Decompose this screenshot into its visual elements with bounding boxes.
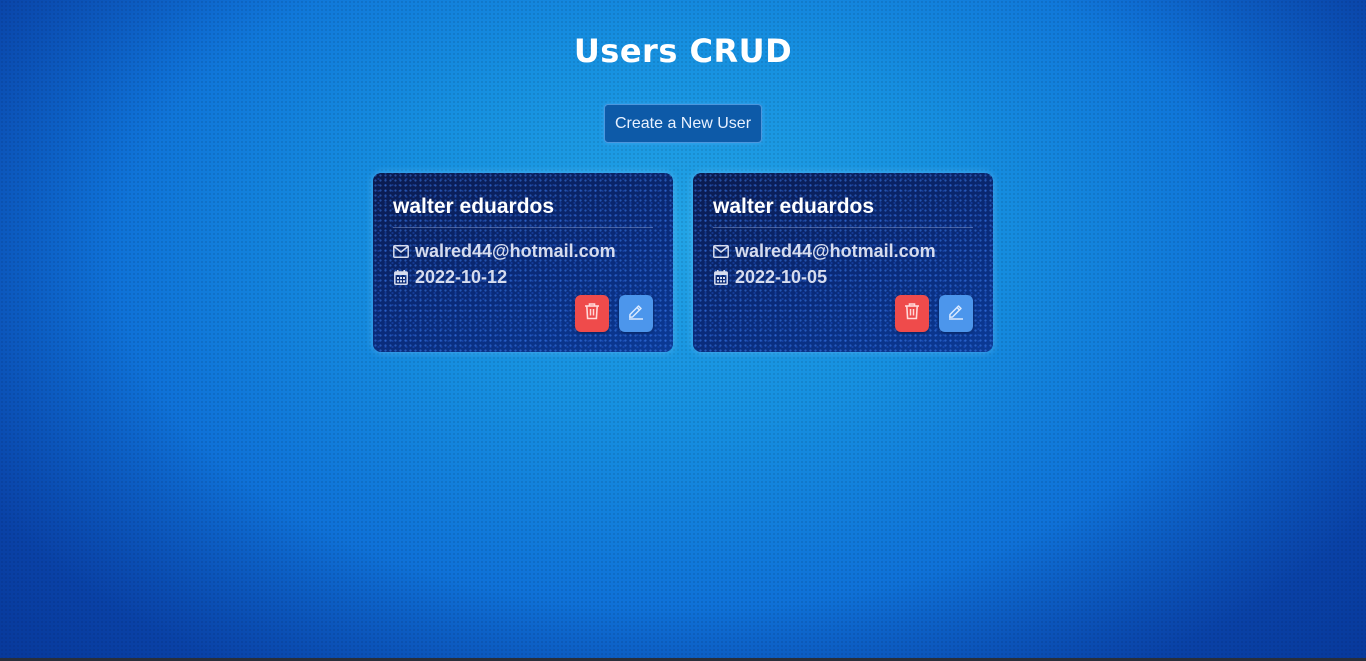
delete-user-button[interactable] (575, 295, 609, 332)
calendar-icon (393, 269, 409, 285)
trash-icon (904, 302, 920, 325)
mail-icon (393, 243, 409, 259)
user-name: walter eduardos (713, 195, 875, 218)
user-name: walter eduardos (393, 195, 555, 218)
edit-user-button[interactable] (939, 295, 973, 332)
user-email: walred44@hotmail.com (735, 240, 936, 261)
page-title: Users CRUD (573, 32, 793, 70)
delete-user-button[interactable] (895, 295, 929, 332)
pencil-icon (627, 302, 645, 325)
edit-user-button[interactable] (619, 295, 653, 332)
trash-icon (584, 302, 600, 325)
card-actions (575, 295, 653, 332)
user-card: walter eduardos walred44@hotmail.com 202… (373, 173, 673, 352)
create-user-button[interactable]: Create a New User (604, 104, 762, 143)
user-email-row: walred44@hotmail.com (713, 238, 973, 264)
user-birthday: 2022-10-12 (415, 266, 508, 287)
user-birthday: 2022-10-05 (735, 266, 828, 287)
user-birthday-row: 2022-10-12 (393, 264, 653, 290)
pencil-icon (947, 302, 965, 325)
background-pattern (0, 0, 1366, 661)
background-vignette (0, 0, 1366, 661)
user-birthday-row: 2022-10-05 (713, 264, 973, 290)
user-email-row: walred44@hotmail.com (393, 238, 653, 264)
card-divider (713, 227, 973, 228)
calendar-icon (713, 269, 729, 285)
user-email: walred44@hotmail.com (415, 240, 616, 261)
card-divider (393, 227, 653, 228)
mail-icon (713, 243, 729, 259)
user-card: walter eduardos walred44@hotmail.com 202… (693, 173, 993, 352)
card-actions (895, 295, 973, 332)
